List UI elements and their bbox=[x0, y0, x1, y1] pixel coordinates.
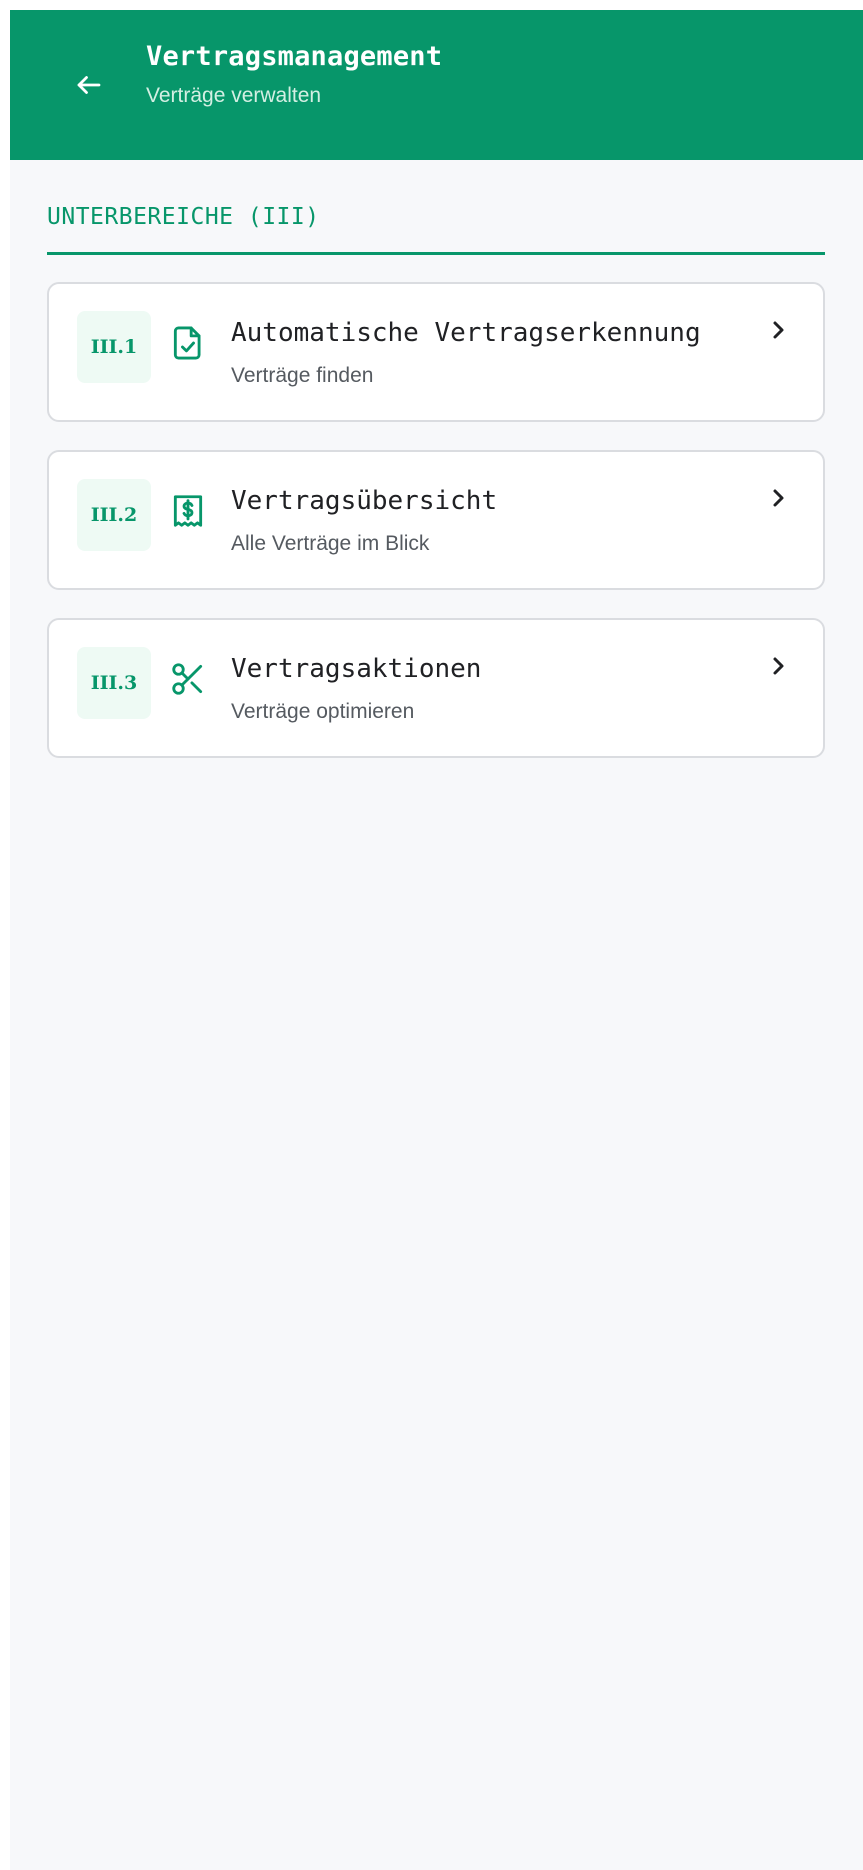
card-title: Vertragsübersicht bbox=[231, 486, 498, 516]
page-subtitle: Verträge verwalten bbox=[146, 83, 322, 107]
card-title: Vertragsaktionen bbox=[231, 654, 482, 684]
card-subtitle: Alle Verträge im Blick bbox=[231, 532, 430, 555]
arrow-left-icon bbox=[77, 76, 101, 94]
file-check-icon bbox=[173, 326, 201, 360]
back-button[interactable] bbox=[65, 61, 113, 109]
subsection-card-contract-actions[interactable]: III.3 Vertragsaktionen Verträge optimier… bbox=[47, 618, 825, 758]
subsection-card-contract-overview[interactable]: III.2 Vertragsübersicht Alle Verträge im… bbox=[47, 450, 825, 590]
subsection-list: III.1 Automatische Vertragserkennung Ver… bbox=[47, 282, 825, 758]
card-subtitle: Verträge optimieren bbox=[231, 700, 415, 723]
section-code-badge: III.3 bbox=[77, 647, 151, 719]
chevron-right-icon bbox=[773, 321, 784, 339]
section-header: UNTERBEREICHE (III) bbox=[47, 204, 825, 255]
scissors-icon bbox=[172, 663, 203, 695]
receipt-dollar-icon bbox=[173, 495, 203, 527]
section-code-badge: III.2 bbox=[77, 479, 151, 551]
card-title: Automatische Vertragserkennung bbox=[231, 318, 701, 348]
card-subtitle: Verträge finden bbox=[231, 364, 374, 387]
section-code-badge: III.1 bbox=[77, 311, 151, 383]
subsections: UNTERBEREICHE (III) III.1 Automatische V… bbox=[10, 204, 863, 758]
chevron-right-icon bbox=[773, 657, 784, 675]
subsection-card-automatic-detection[interactable]: III.1 Automatische Vertragserkennung Ver… bbox=[47, 282, 825, 422]
chevron-right-icon bbox=[773, 489, 784, 507]
app-bar: Vertragsmanagement Verträge verwalten bbox=[10, 10, 863, 160]
page-title: Vertragsmanagement bbox=[146, 40, 443, 72]
screen: Vertragsmanagement Verträge verwalten UN… bbox=[10, 10, 863, 1870]
